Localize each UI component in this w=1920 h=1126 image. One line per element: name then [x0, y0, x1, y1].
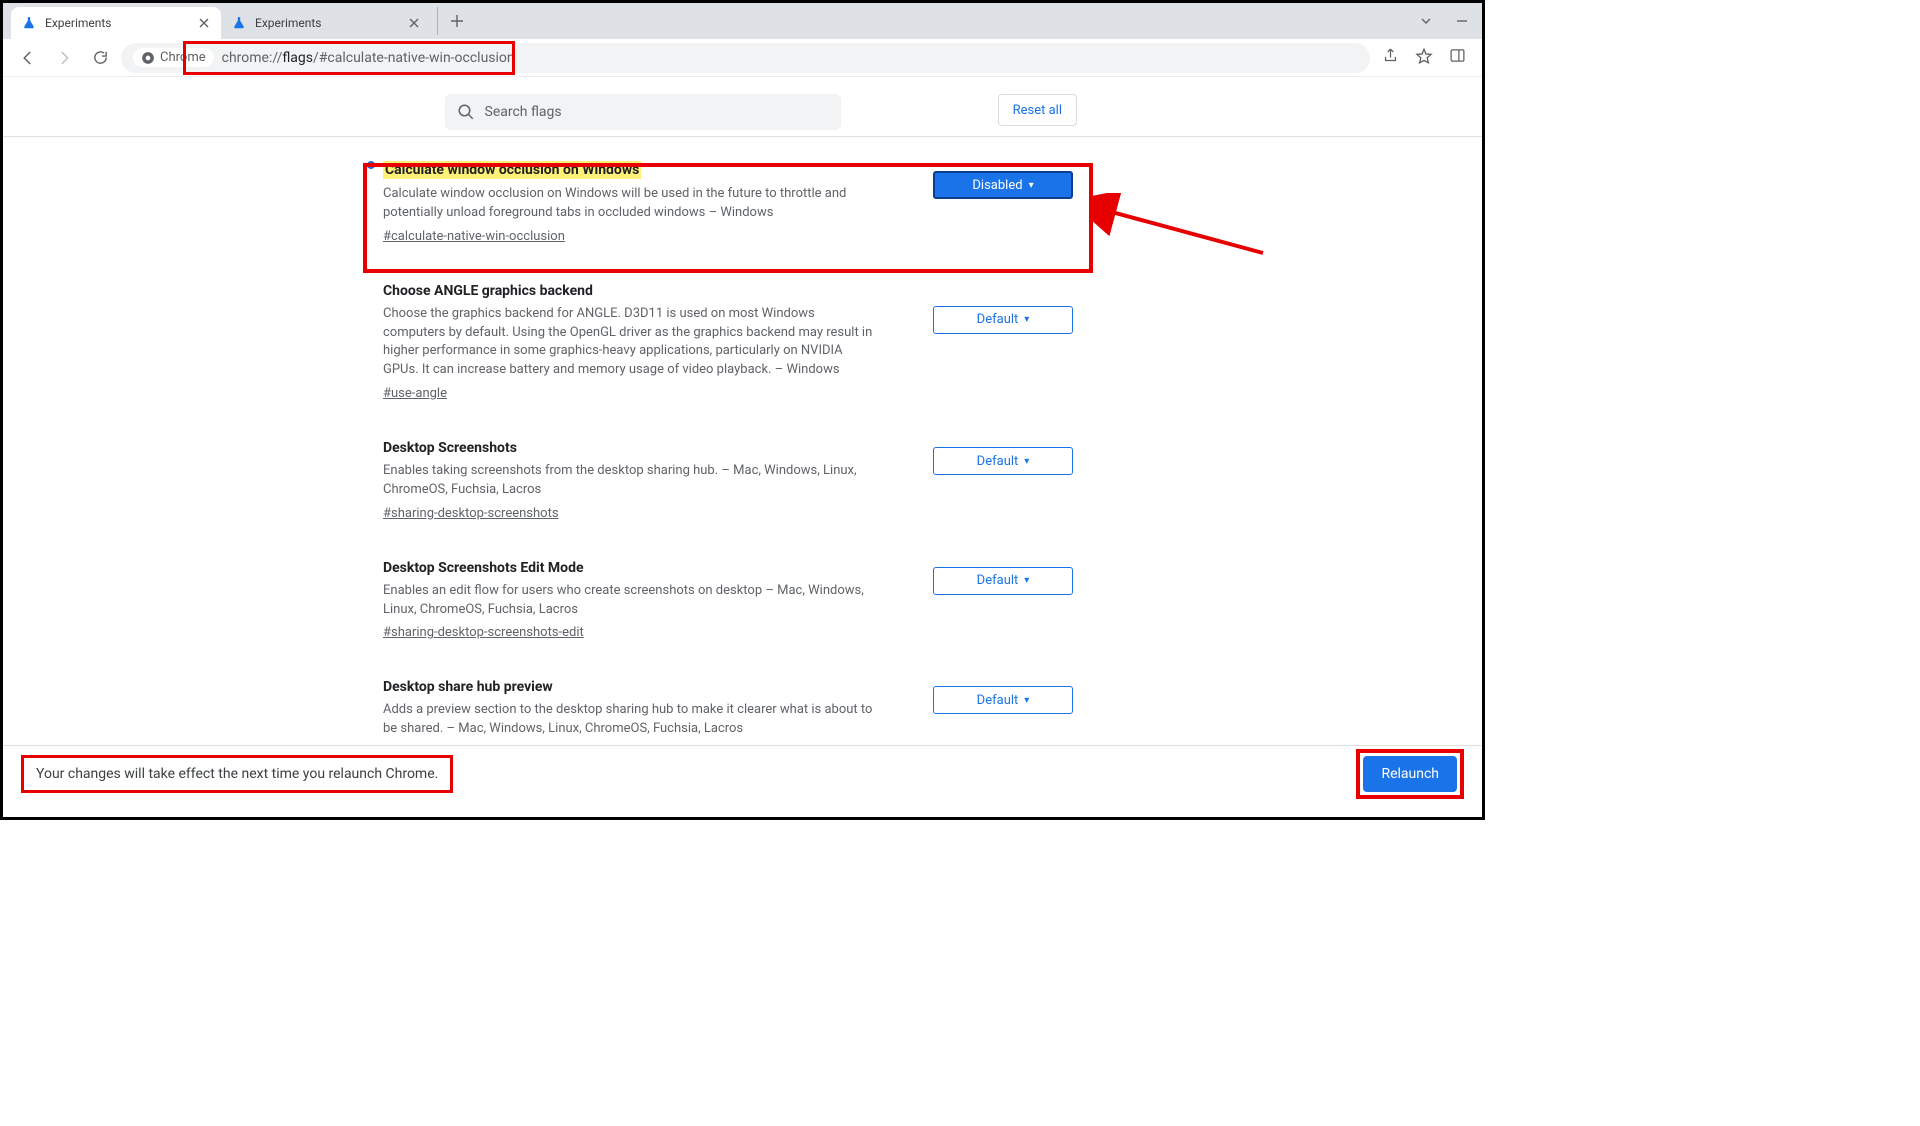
flag-select[interactable]: Default ▾: [933, 306, 1073, 334]
search-row: Search flags Reset all: [3, 87, 1482, 137]
back-button[interactable]: [13, 43, 43, 73]
flag-title: Desktop Screenshots Edit Mode: [383, 560, 584, 576]
search-icon: [457, 103, 475, 121]
chevron-down-icon: ▾: [1024, 314, 1029, 325]
flask-icon: [21, 15, 37, 31]
new-tab-button[interactable]: [437, 7, 465, 35]
tab-title: Experiments: [45, 16, 112, 30]
chevron-down-icon: ▾: [1024, 695, 1029, 706]
flag-hash-link[interactable]: #sharing-desktop-screenshots-edit: [383, 625, 584, 640]
flag-calculate-native-win-occlusion: Calculate window occlusion on Windows Ca…: [383, 137, 1073, 262]
modified-dot-icon: [367, 161, 375, 169]
flag-select[interactable]: Default ▾: [933, 686, 1073, 714]
flag-use-angle: Choose ANGLE graphics backend Choose the…: [383, 262, 1073, 419]
chrome-icon: [141, 51, 155, 65]
flags-list: Calculate window occlusion on Windows Ca…: [383, 137, 1073, 778]
chrome-chip-label: Chrome: [160, 50, 206, 65]
close-icon[interactable]: [407, 16, 421, 30]
flag-description: Calculate window occlusion on Windows wi…: [383, 185, 873, 223]
chevron-down-icon[interactable]: [1420, 12, 1432, 31]
flag-description: Adds a preview section to the desktop sh…: [383, 701, 873, 739]
flag-title: Desktop Screenshots: [383, 440, 517, 456]
flag-hash-link[interactable]: #sharing-desktop-screenshots: [383, 506, 559, 521]
address-bar[interactable]: Chrome chrome://flags/#calculate-native-…: [121, 43, 1370, 73]
annotation-relaunch-box: Relaunch: [1356, 749, 1464, 799]
flag-hash-link[interactable]: #calculate-native-win-occlusion: [383, 229, 565, 244]
chevron-down-icon: ▾: [1029, 180, 1034, 191]
search-placeholder: Search flags: [485, 104, 562, 120]
relaunch-message: Your changes will take effect the next t…: [21, 755, 453, 793]
relaunch-button[interactable]: Relaunch: [1363, 756, 1457, 792]
search-input[interactable]: Search flags: [445, 94, 841, 130]
browser-toolbar: Chrome chrome://flags/#calculate-native-…: [3, 39, 1482, 77]
flag-select[interactable]: Disabled ▾: [933, 171, 1073, 199]
reset-all-button[interactable]: Reset all: [998, 94, 1077, 126]
flag-title: Calculate window occlusion on Windows: [383, 161, 641, 179]
window-controls: [1420, 12, 1482, 31]
share-icon[interactable]: [1382, 47, 1399, 68]
tab-strip: Experiments Experiments: [3, 3, 1482, 39]
chevron-down-icon: ▾: [1024, 456, 1029, 467]
flag-sharing-desktop-screenshots: Desktop Screenshots Enables taking scree…: [383, 419, 1073, 539]
url-text: chrome://flags/#calculate-native-win-occ…: [222, 50, 515, 66]
chrome-chip: Chrome: [133, 48, 214, 67]
minimize-icon[interactable]: [1456, 12, 1468, 31]
flag-title: Choose ANGLE graphics backend: [383, 283, 593, 299]
tab-experiments-1[interactable]: Experiments: [11, 7, 221, 39]
flask-icon: [231, 15, 247, 31]
flag-hash-link[interactable]: #use-angle: [383, 386, 447, 401]
tab-experiments-2[interactable]: Experiments: [221, 7, 431, 39]
flag-sharing-desktop-screenshots-edit: Desktop Screenshots Edit Mode Enables an…: [383, 539, 1073, 659]
close-icon[interactable]: [197, 16, 211, 30]
tab-title: Experiments: [255, 16, 322, 30]
flag-description: Choose the graphics backend for ANGLE. D…: [383, 305, 873, 380]
star-icon[interactable]: [1415, 47, 1433, 69]
flag-select[interactable]: Default ▾: [933, 447, 1073, 475]
flag-description: Enables an edit flow for users who creat…: [383, 582, 873, 620]
forward-button[interactable]: [49, 43, 79, 73]
relaunch-bar: Your changes will take effect the next t…: [3, 745, 1482, 801]
flag-title: Desktop share hub preview: [383, 679, 553, 695]
reload-button[interactable]: [85, 43, 115, 73]
flag-select[interactable]: Default ▾: [933, 567, 1073, 595]
flags-page: Search flags Reset all Calculate window …: [3, 77, 1482, 778]
flag-description: Enables taking screenshots from the desk…: [383, 462, 873, 500]
chevron-down-icon: ▾: [1024, 575, 1029, 586]
sidepanel-icon[interactable]: [1449, 47, 1466, 68]
